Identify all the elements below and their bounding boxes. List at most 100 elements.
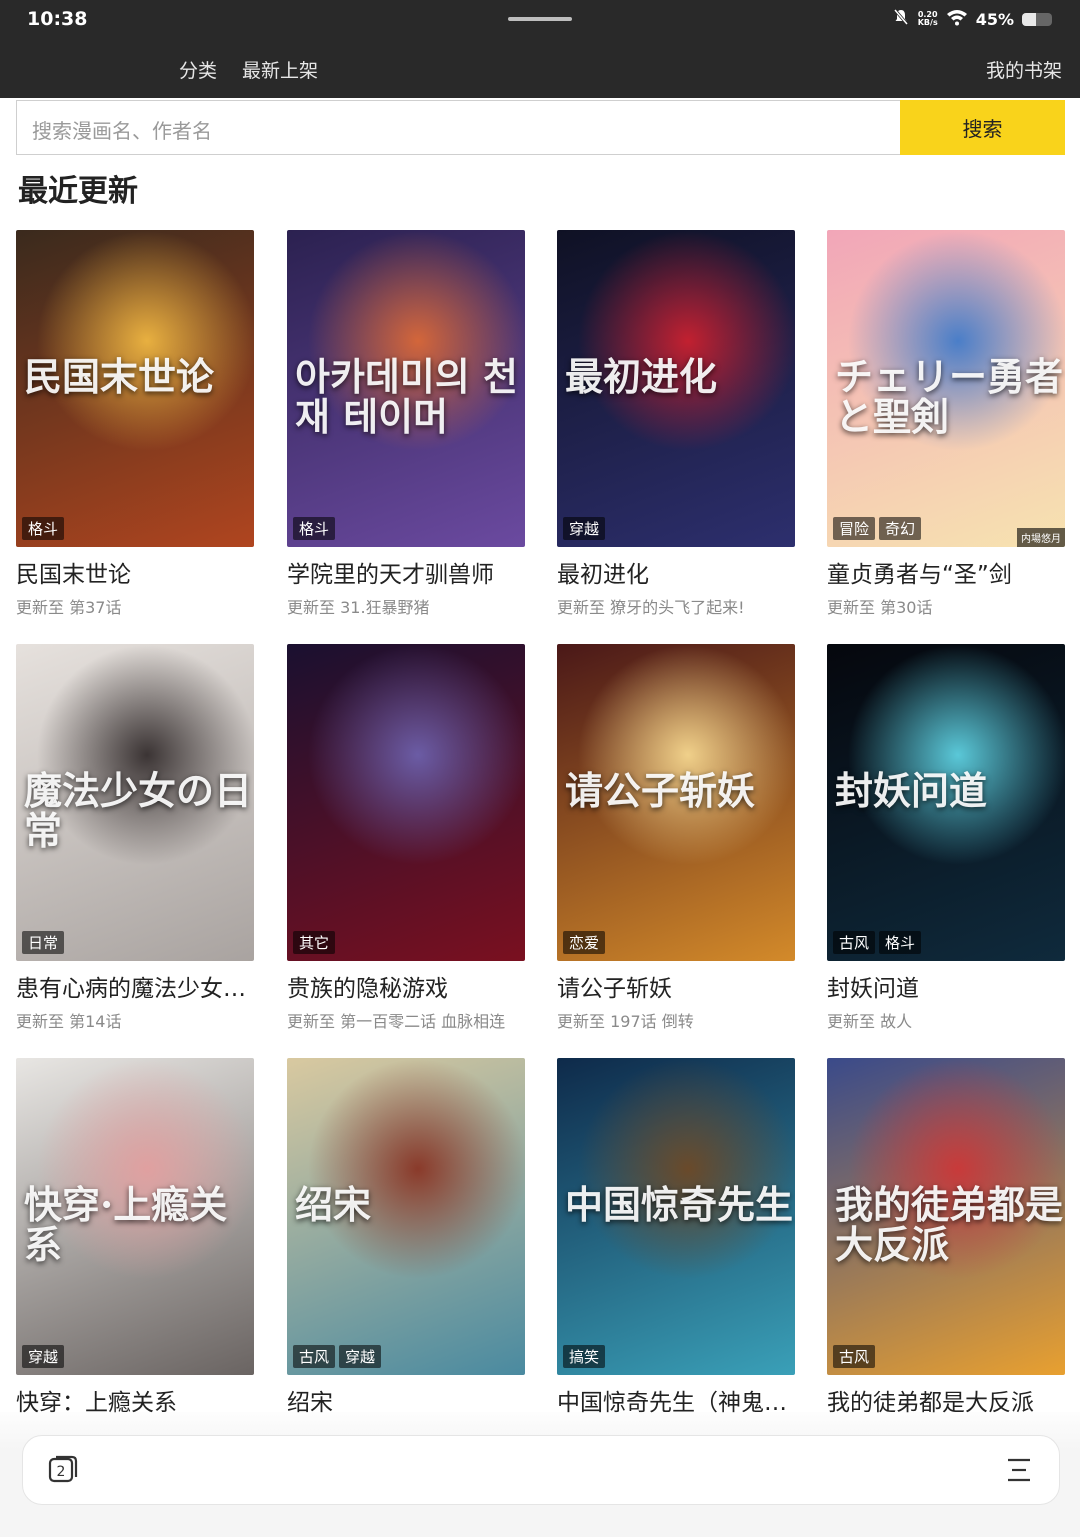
genre-tag: 古风 bbox=[833, 1345, 876, 1368]
genre-tag: 其它 bbox=[293, 931, 336, 954]
genre-tags: 恋爱 bbox=[563, 931, 606, 954]
tab-count: 2 bbox=[57, 1464, 66, 1480]
genre-tag: 搞笑 bbox=[563, 1345, 606, 1368]
comic-cover[interactable]: チェリー勇者と聖剣冒险 奇幻 内場悠月 bbox=[827, 230, 1065, 547]
comic-update: 更新至 故人 bbox=[827, 1012, 913, 1031]
comic-cover[interactable]: 绍宋古风 穿越 bbox=[287, 1058, 525, 1375]
section-title: 最近更新 bbox=[18, 174, 138, 209]
top-bar: 10:38 0.20 KB/s 45% 分类 最新上架 我的书架 bbox=[0, 0, 1080, 98]
mute-icon bbox=[892, 8, 910, 30]
comic-card[interactable]: 民国末世论 格斗 民国末世论 更新至 第37话 bbox=[16, 230, 254, 618]
comic-update: 更新至 第14话 bbox=[16, 1012, 122, 1031]
genre-tag: 奇幻 bbox=[879, 517, 922, 540]
genre-tag: 格斗 bbox=[293, 517, 336, 540]
comic-card[interactable]: 我的徒弟都是大反派古风 我的徒弟都是大反派 bbox=[827, 1058, 1065, 1422]
genre-tags: 古风 格斗 bbox=[833, 931, 922, 954]
genre-tags: 其它 bbox=[293, 931, 336, 954]
comic-cover[interactable]: 其它 bbox=[287, 644, 525, 961]
cover-art-title: 아카데미의 천재 테이머 bbox=[295, 353, 518, 439]
genre-tags: 冒险 奇幻 bbox=[833, 517, 922, 540]
comic-cover[interactable]: 最初进化 穿越 bbox=[557, 230, 795, 547]
comic-update: 更新至 第30话 bbox=[827, 598, 933, 617]
comic-title[interactable]: 民国末世论 bbox=[16, 555, 254, 589]
genre-tag: 古风 bbox=[293, 1345, 336, 1368]
comic-update: 更新至 31.狂暴野猪 bbox=[287, 598, 430, 617]
comic-update: 更新至 197话 倒转 bbox=[557, 1012, 694, 1031]
comic-title[interactable]: 学院里的天才驯兽师 bbox=[287, 555, 525, 589]
comic-title[interactable]: 贵族的隐秘游戏 bbox=[287, 969, 525, 1003]
genre-tags: 格斗 bbox=[22, 517, 65, 540]
comic-cover[interactable]: 民国末世论 格斗 bbox=[16, 230, 254, 547]
comic-card[interactable]: 아카데미의 천재 테이머 格斗学院里的天才驯兽师更新至 31.狂暴野猪 bbox=[287, 230, 525, 618]
genre-tags: 古风 穿越 bbox=[293, 1345, 382, 1368]
comic-cover[interactable]: 中国惊奇先生 搞笑 bbox=[557, 1058, 795, 1375]
cover-art-title: 最初进化 bbox=[565, 353, 718, 399]
comic-card[interactable]: 快穿·上瘾关系 穿越 快穿：上瘾关系 bbox=[16, 1058, 254, 1422]
cover-corner-label: 内場悠月 bbox=[1017, 528, 1065, 547]
comic-title[interactable]: 封妖问道 bbox=[827, 969, 1065, 1003]
genre-tag: 格斗 bbox=[22, 517, 65, 540]
genre-tag: 穿越 bbox=[563, 517, 606, 540]
comic-title[interactable]: 童贞勇者与“圣”剑 bbox=[827, 555, 1065, 589]
cover-art-title: 魔法少女の日常 bbox=[24, 767, 253, 853]
tabs-icon: 2 bbox=[48, 1455, 78, 1483]
comic-title[interactable]: 最初进化 bbox=[557, 555, 795, 589]
status-icons: 0.20 KB/s 45% bbox=[892, 6, 1052, 32]
nav-latest[interactable]: 最新上架 bbox=[242, 56, 318, 83]
notch-pill bbox=[508, 17, 572, 21]
genre-tags: 穿越 bbox=[22, 1345, 65, 1368]
genre-tags: 穿越 bbox=[563, 517, 606, 540]
nav-bookshelf[interactable]: 我的书架 bbox=[986, 56, 1062, 83]
genre-tags: 格斗 bbox=[293, 517, 336, 540]
genre-tag: 恋爱 bbox=[563, 931, 606, 954]
genre-tag: 古风 bbox=[833, 931, 876, 954]
bottom-bar: 2 bbox=[22, 1435, 1060, 1505]
search-placeholder: 搜索漫画名、作者名 bbox=[32, 119, 212, 143]
genre-tag: 冒险 bbox=[833, 517, 876, 540]
comic-cover[interactable]: 魔法少女の日常 日常 bbox=[16, 644, 254, 961]
nav-category[interactable]: 分类 bbox=[179, 56, 217, 83]
cover-art-title: 民国末世论 bbox=[24, 353, 215, 399]
battery-icon bbox=[1022, 12, 1052, 26]
comic-cover[interactable]: 아카데미의 천재 테이머 格斗 bbox=[287, 230, 525, 547]
comic-card[interactable]: 中国惊奇先生搞笑中国惊奇先生（神鬼七杀令） bbox=[557, 1058, 795, 1422]
comic-update: 更新至 獠牙的头飞了起来! bbox=[557, 598, 745, 617]
comic-cover[interactable]: 请公子斩妖 恋爱 bbox=[557, 644, 795, 961]
cover-art-title: 中国惊奇先生 bbox=[565, 1181, 794, 1227]
comic-cover[interactable]: 封妖问道 古风 格斗 bbox=[827, 644, 1065, 961]
cover-art-title: 请公子斩妖 bbox=[565, 767, 756, 813]
wifi-icon bbox=[946, 8, 968, 30]
comic-card[interactable]: 最初进化 穿越 最初进化 更新至 獠牙的头飞了起来! bbox=[557, 230, 795, 618]
genre-tag: 穿越 bbox=[339, 1345, 382, 1368]
comic-cover[interactable]: 我的徒弟都是大反派古风 bbox=[827, 1058, 1065, 1375]
comic-card[interactable]: 其它贵族的隐秘游戏更新至 第一百零二话 血脉相连 bbox=[287, 644, 525, 1032]
genre-tags: 日常 bbox=[22, 931, 65, 954]
comic-title[interactable]: 患有心病的魔法少女的日常 bbox=[16, 969, 254, 1003]
comic-update: 更新至 第37话 bbox=[16, 598, 122, 617]
cover-art-title: 我的徒弟都是大反派 bbox=[835, 1181, 1064, 1267]
menu-icon bbox=[1008, 1458, 1030, 1482]
comic-update: 更新至 第一百零二话 血脉相连 bbox=[287, 1012, 506, 1031]
comic-title[interactable]: 请公子斩妖 bbox=[557, 969, 795, 1003]
comic-card[interactable]: チェリー勇者と聖剣冒险 奇幻 内場悠月童贞勇者与“圣”剑更新至 第30话 bbox=[827, 230, 1065, 618]
battery-percent: 45% bbox=[975, 9, 1014, 29]
cover-art-title: 绍宋 bbox=[295, 1181, 372, 1227]
comic-cover[interactable]: 快穿·上瘾关系穿越 bbox=[16, 1058, 254, 1375]
comic-card[interactable]: 绍宋古风 穿越 绍宋 bbox=[287, 1058, 525, 1422]
search-button[interactable]: 搜索 bbox=[900, 100, 1065, 155]
genre-tag: 日常 bbox=[22, 931, 65, 954]
genre-tags: 搞笑 bbox=[563, 1345, 606, 1368]
cover-art-title: チェリー勇者と聖剣 bbox=[835, 353, 1064, 439]
cover-art-title: 快穿·上瘾关系 bbox=[24, 1181, 228, 1267]
cover-art-title: 封妖问道 bbox=[835, 767, 988, 813]
menu-button[interactable] bbox=[1005, 1456, 1033, 1484]
genre-tags: 古风 bbox=[833, 1345, 876, 1368]
net-speed: 0.20 KB/s bbox=[917, 10, 938, 27]
genre-tag: 穿越 bbox=[22, 1345, 65, 1368]
search-input[interactable]: 搜索漫画名、作者名 bbox=[16, 100, 900, 155]
comic-card[interactable]: 请公子斩妖 恋爱 请公子斩妖 更新至 197话 倒转 bbox=[557, 644, 795, 1032]
comic-card[interactable]: 封妖问道 古风 格斗 封妖问道 更新至 故人 bbox=[827, 644, 1065, 1032]
status-time: 10:38 bbox=[27, 8, 88, 30]
tabs-button[interactable]: 2 bbox=[47, 1454, 79, 1486]
comic-card[interactable]: 魔法少女の日常日常患有心病的魔法少女的日常更新至 第14话 bbox=[16, 644, 254, 1032]
